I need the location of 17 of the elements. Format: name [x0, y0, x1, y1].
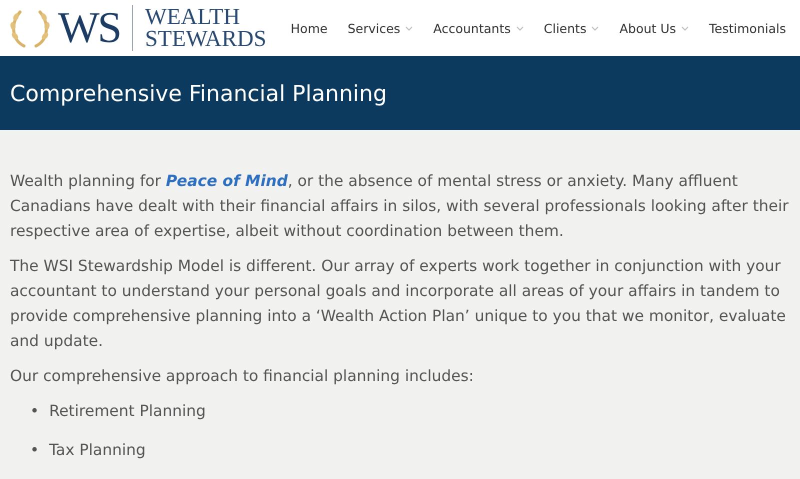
bullet: • [30, 401, 40, 422]
nav-link[interactable]: Accountants [423, 20, 534, 36]
nav-link[interactable]: About Us [609, 20, 700, 36]
nav-link[interactable]: Testimonials [699, 20, 786, 36]
page-title: Comprehensive Financial Planning [10, 82, 387, 106]
nav-link[interactable]: Home [280, 20, 338, 36]
body-paragraph: Wealth planning for Peace of Mind, or the absence of mental stress or anxiety. Many affluent Canadians have dealt with their financial affairs in silos, with several professionals looking after their respective area of expertise, albeit without coordination between them. [10, 171, 790, 242]
logo-monogram: WS [58, 6, 120, 50]
logo-wordmark: STEWARDS [145, 28, 266, 50]
list-item: Retirement Planning [49, 401, 206, 422]
body-paragraph: The WSI Stewardship Model is different. Our array of experts work together in conjunction with your accountant to understand your personal goals and incorporate all areas of your affairs in tandem to provide comprehensive planning into a ‘Wealth Action Plan’ unique to you that we monitor, evaluate and update. [10, 256, 787, 352]
nav-link[interactable]: Services [338, 20, 424, 36]
body-paragraph: Our comprehensive approach to financial planning includes: [10, 366, 475, 387]
logo-wordmark: WEALTH [145, 6, 241, 28]
bullet: • [30, 440, 40, 461]
nav-link[interactable]: Clients [534, 20, 610, 36]
list-item: Tax Planning [49, 440, 146, 461]
